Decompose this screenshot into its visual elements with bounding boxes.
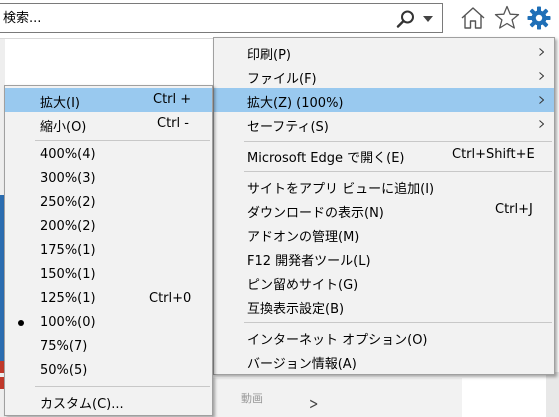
- menu-item-shortcut: Ctrl+J: [495, 202, 533, 217]
- zoom-item-200[interactable]: 200%(2): [5, 215, 212, 239]
- menu-item-pinned-sites[interactable]: ピン留めサイト(G): [214, 270, 554, 294]
- selected-bullet-icon: [18, 320, 24, 326]
- zoom-item-150[interactable]: 150%(1): [5, 263, 212, 287]
- menu-item-shortcut: Ctrl -: [157, 116, 189, 131]
- menu-item-open-in-edge[interactable]: Microsoft Edge で開く(E) Ctrl+Shift+E: [214, 143, 554, 167]
- zoom-item-250[interactable]: 250%(2): [5, 191, 212, 215]
- menu-item-manage-addons[interactable]: アドオンの管理(M): [214, 222, 554, 246]
- menu-item-f12-tools[interactable]: F12 開発者ツール(L): [214, 246, 554, 270]
- search-icon[interactable]: [396, 10, 416, 28]
- menu-item-label: 300%(3): [40, 171, 96, 186]
- menu-item-about[interactable]: バージョン情報(A): [214, 349, 554, 373]
- chevron-right-icon: [539, 96, 544, 104]
- zoom-item-175[interactable]: 175%(1): [5, 239, 212, 263]
- zoom-item-50[interactable]: 50%(5): [5, 359, 212, 383]
- menu-item-label: サイトをアプリ ビューに追加(I): [247, 182, 435, 197]
- zoom-item-75[interactable]: 75%(7): [5, 335, 212, 359]
- menu-separator: [244, 322, 552, 323]
- zoom-item-custom[interactable]: カスタム(C)...: [5, 389, 212, 413]
- menu-item-label: 互換表示設定(B): [247, 302, 345, 317]
- menu-item-label: バージョン情報(A): [247, 357, 357, 372]
- chevron-right-icon: [539, 72, 544, 80]
- menu-item-label: ダウンロードの表示(N): [247, 206, 384, 221]
- chevron-right-icon[interactable]: >: [309, 394, 318, 413]
- menu-item-print[interactable]: 印刷(P): [214, 40, 554, 64]
- chevron-right-icon: [539, 48, 544, 56]
- menu-item-compat-view[interactable]: 互換表示設定(B): [214, 294, 554, 318]
- menu-item-label: 150%(1): [40, 267, 96, 282]
- menu-item-add-to-app-view[interactable]: サイトをアプリ ビューに追加(I): [214, 174, 554, 198]
- page-scroll-edge: [546, 372, 559, 417]
- tools-menu: 印刷(P) ファイル(F) 拡大(Z) (100%) セーフティ(S) Micr…: [213, 37, 555, 375]
- menu-item-label: 75%(7): [40, 339, 88, 354]
- chevron-right-icon: [539, 120, 544, 128]
- menu-separator: [35, 386, 210, 387]
- menu-item-internet-options[interactable]: インターネット オプション(O): [214, 325, 554, 349]
- gear-icon[interactable]: [527, 6, 551, 30]
- menu-item-file[interactable]: ファイル(F): [214, 64, 554, 88]
- footer-link-video[interactable]: 動画: [241, 390, 263, 406]
- zoom-item-100[interactable]: 100%(0): [5, 311, 212, 335]
- menu-item-label: 250%(2): [40, 195, 96, 210]
- menu-item-label: セーフティ(S): [247, 120, 329, 135]
- zoom-item-zoom-out[interactable]: 縮小(O) Ctrl -: [5, 112, 212, 136]
- search-input[interactable]: [3, 4, 383, 32]
- menu-item-label: インターネット オプション(O): [247, 333, 428, 348]
- zoom-item-125[interactable]: 125%(1) Ctrl+0: [5, 287, 212, 311]
- menu-separator: [244, 141, 552, 142]
- menu-item-label: Microsoft Edge で開く(E): [247, 151, 405, 166]
- menu-item-label: 印刷(P): [247, 48, 291, 63]
- menu-item-label: 125%(1): [40, 291, 96, 306]
- zoom-item-400[interactable]: 400%(4): [5, 143, 212, 167]
- menu-item-label: 拡大(I): [40, 96, 80, 111]
- home-icon[interactable]: [460, 6, 486, 30]
- menu-item-label: 50%(5): [40, 363, 88, 378]
- zoom-submenu: 拡大(I) Ctrl + 縮小(O) Ctrl - 400%(4) 300%(3…: [4, 85, 213, 416]
- menu-item-label: カスタム(C)...: [40, 397, 124, 412]
- divider: [0, 38, 215, 39]
- menu-item-safety[interactable]: セーフティ(S): [214, 112, 554, 136]
- zoom-item-zoom-in[interactable]: 拡大(I) Ctrl +: [5, 88, 212, 112]
- menu-separator: [244, 171, 552, 172]
- menu-item-label: F12 開発者ツール(L): [247, 254, 371, 269]
- menu-separator: [35, 140, 210, 141]
- menu-item-label: ピン留めサイト(G): [247, 278, 359, 293]
- menu-item-label: 400%(4): [40, 147, 96, 162]
- zoom-item-300[interactable]: 300%(3): [5, 167, 212, 191]
- menu-item-label: ファイル(F): [247, 72, 317, 87]
- menu-item-label: 200%(2): [40, 219, 96, 234]
- menu-item-shortcut: Ctrl+0: [149, 291, 192, 306]
- menu-item-zoom[interactable]: 拡大(Z) (100%): [214, 88, 554, 112]
- menu-item-label: 175%(1): [40, 243, 96, 258]
- menu-item-view-downloads[interactable]: ダウンロードの表示(N) Ctrl+J: [214, 198, 554, 222]
- menu-item-label: アドオンの管理(M): [247, 230, 360, 245]
- menu-item-label: 縮小(O): [40, 120, 87, 135]
- toolbar: [0, 0, 559, 38]
- menu-item-label: 拡大(Z) (100%): [247, 96, 344, 111]
- menu-item-shortcut: Ctrl +: [153, 92, 192, 107]
- menu-item-label: 100%(0): [40, 315, 96, 330]
- star-icon[interactable]: [494, 5, 520, 30]
- menu-item-shortcut: Ctrl+Shift+E: [452, 147, 535, 162]
- search-box[interactable]: [0, 3, 443, 33]
- search-dropdown-icon[interactable]: [423, 16, 433, 22]
